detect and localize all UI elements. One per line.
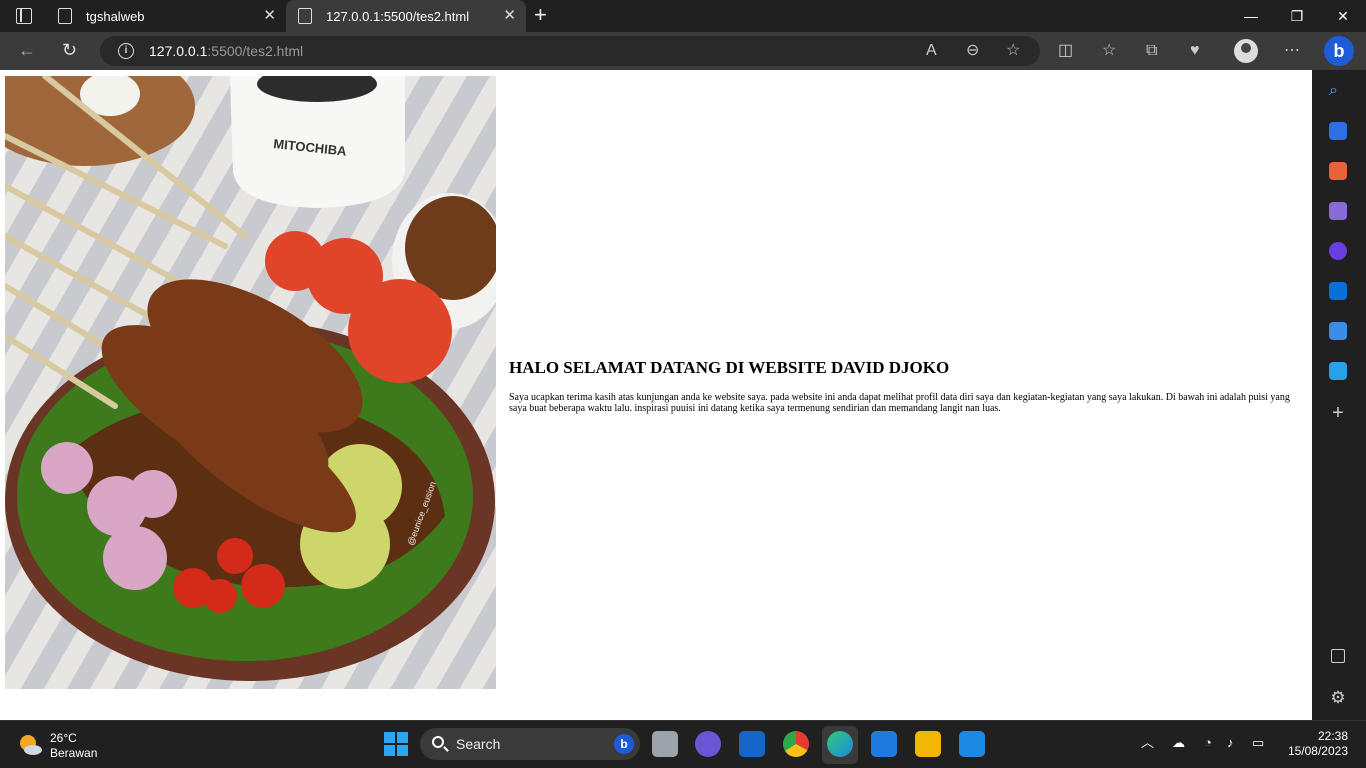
- myhp-icon[interactable]: [739, 731, 765, 757]
- microsoft-store-icon[interactable]: [871, 731, 897, 757]
- system-clock[interactable]: 22:38 15/08/2023: [1282, 729, 1348, 759]
- close-window-button[interactable]: ✕: [1320, 0, 1366, 32]
- send-icon[interactable]: [1329, 362, 1347, 380]
- settings-gear-icon[interactable]: ⚙: [1329, 689, 1347, 707]
- edge-icon[interactable]: [827, 731, 853, 757]
- tab-tgshalweb[interactable]: tgshalweb ✕: [48, 0, 286, 32]
- hide-sidebar-icon[interactable]: [1331, 649, 1345, 663]
- url-text[interactable]: 127.0.0.1:5500/tes2.html: [149, 43, 303, 59]
- tab-title: 127.0.0.1:5500/tes2.html: [326, 8, 470, 24]
- teams-chat-icon[interactable]: [695, 731, 721, 757]
- tab-actions-icon[interactable]: [16, 8, 32, 24]
- page-viewport: MITOCHIBA @eunice_eusion HALO SELAMAT DA…: [0, 70, 1312, 720]
- intro-paragraph: Saya ucapkan terima kasih atas kunjungan…: [509, 392, 1290, 414]
- microsoft-365-icon[interactable]: [1329, 242, 1347, 260]
- bing-copilot-icon[interactable]: b: [1324, 36, 1354, 66]
- games-icon[interactable]: [1329, 202, 1347, 220]
- tab-title: tgshalweb: [86, 8, 145, 24]
- shopping-tag-icon[interactable]: [1329, 122, 1347, 140]
- clock-date: 15/08/2023: [1287, 744, 1348, 758]
- weather-desc: Berawan: [50, 746, 98, 760]
- clock-time: 22:38: [1317, 729, 1348, 743]
- show-hidden-icons[interactable]: ︿: [1141, 736, 1154, 750]
- page-icon: [58, 8, 72, 24]
- search-label: Search: [456, 736, 501, 752]
- file-explorer-icon[interactable]: [915, 731, 941, 757]
- sate-photo: MITOCHIBA @eunice_eusion: [5, 76, 496, 689]
- onedrive-icon[interactable]: ☁: [1172, 736, 1185, 750]
- windows-taskbar: [0, 720, 1366, 768]
- vscode-icon[interactable]: [959, 731, 985, 757]
- page-icon: [298, 8, 312, 24]
- new-tab-button[interactable]: +: [534, 3, 547, 27]
- search-icon: [432, 736, 444, 748]
- zoom-out-icon[interactable]: ⊖: [966, 42, 979, 60]
- browser-essentials-icon[interactable]: ♥: [1190, 42, 1200, 60]
- site-info-icon[interactable]: i: [118, 43, 134, 59]
- more-menu-icon[interactable]: ⋯: [1284, 42, 1300, 60]
- page-heading: HALO SELAMAT DATANG DI WEBSITE DAVID DJO…: [509, 358, 950, 377]
- weather-temp: 26°C: [50, 731, 77, 745]
- partly-cloudy-icon: [20, 735, 42, 755]
- collections-icon[interactable]: ⧉: [1146, 42, 1157, 60]
- back-button[interactable]: ←: [18, 40, 36, 60]
- close-tab-icon[interactable]: ✕: [503, 8, 516, 24]
- search-icon[interactable]: ⌕: [1329, 82, 1347, 100]
- taskbar-search[interactable]: Search b: [420, 728, 640, 760]
- battery-icon[interactable]: ▭: [1252, 736, 1264, 750]
- tab-tes2[interactable]: 127.0.0.1:5500/tes2.html ✕: [286, 0, 526, 32]
- outlook-icon[interactable]: [1329, 282, 1347, 300]
- welcome-section: HALO SELAMAT DATANG DI WEBSITE DAVID DJO…: [509, 358, 1304, 414]
- bing-icon[interactable]: b: [614, 734, 634, 754]
- wifi-icon[interactable]: ◔: [1204, 736, 1212, 750]
- drop-icon[interactable]: [1329, 322, 1347, 340]
- add-sidebar-item-icon[interactable]: +: [1329, 403, 1347, 423]
- chrome-icon[interactable]: [783, 731, 809, 757]
- refresh-button[interactable]: ↻: [62, 40, 77, 60]
- favorite-star-icon[interactable]: ☆: [1006, 42, 1020, 60]
- task-view-icon[interactable]: [652, 731, 678, 757]
- tools-icon[interactable]: [1329, 162, 1347, 180]
- favorites-icon[interactable]: ☆: [1102, 42, 1116, 60]
- profile-avatar[interactable]: [1234, 39, 1258, 63]
- minimize-button[interactable]: —: [1228, 0, 1274, 32]
- restore-button[interactable]: ❐: [1274, 0, 1320, 32]
- read-aloud-icon[interactable]: A: [926, 42, 937, 60]
- start-button[interactable]: [384, 732, 408, 756]
- close-tab-icon[interactable]: ✕: [263, 8, 276, 24]
- volume-icon[interactable]: ♪: [1227, 736, 1234, 750]
- split-screen-icon[interactable]: ◫: [1058, 42, 1073, 60]
